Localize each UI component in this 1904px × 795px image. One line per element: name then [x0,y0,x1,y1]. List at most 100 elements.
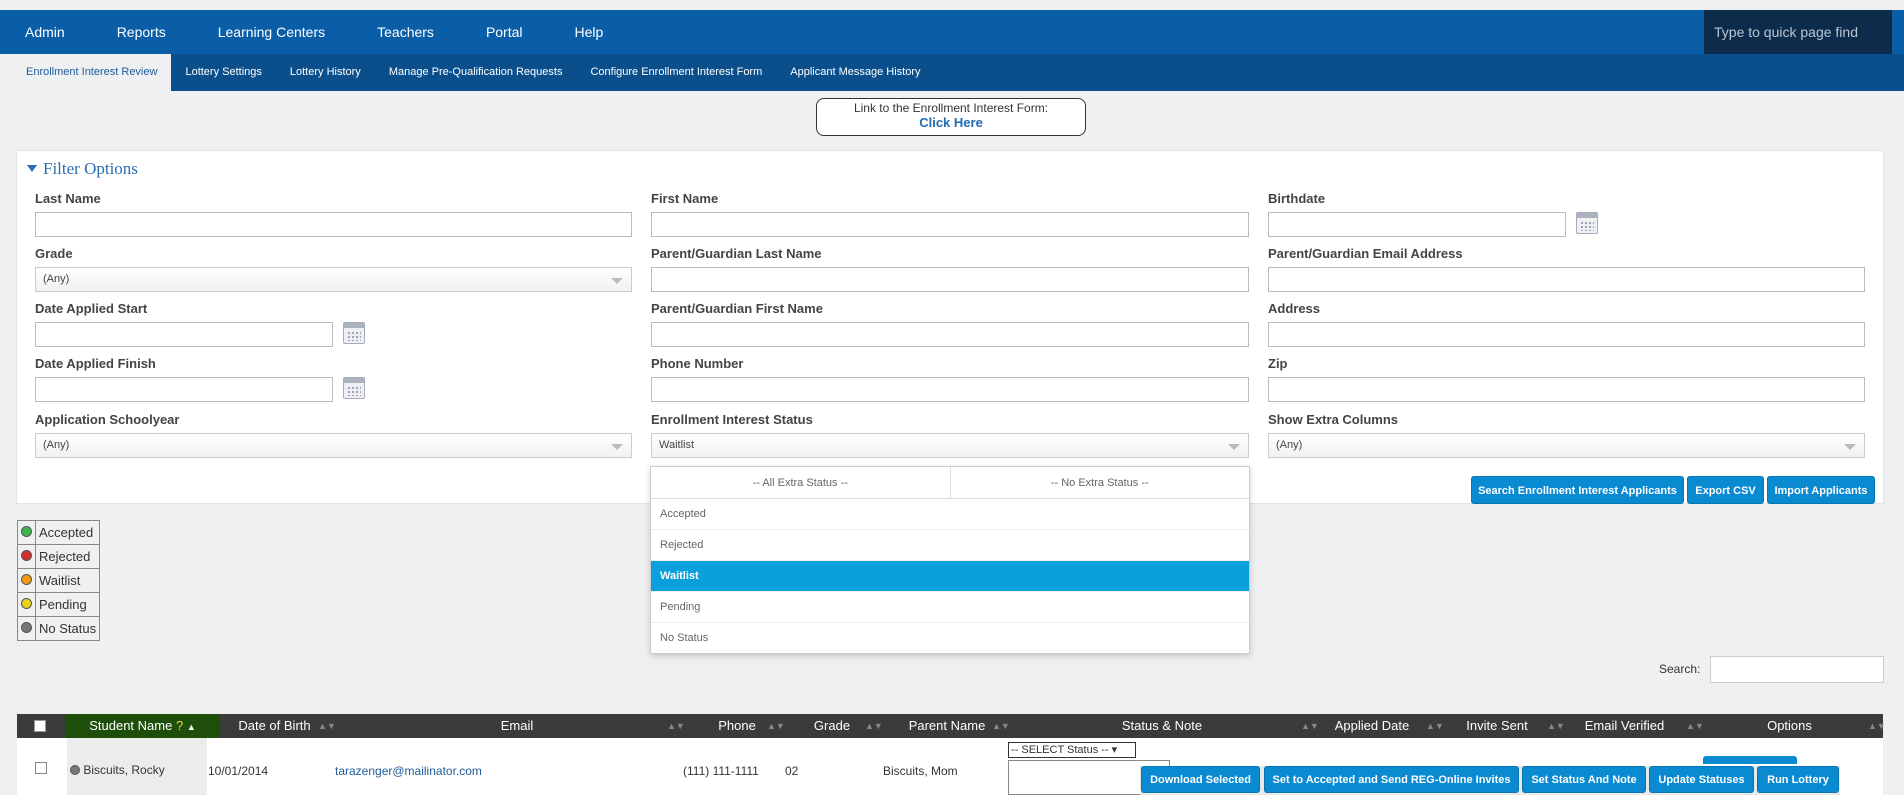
set-status-note-button[interactable]: Set Status And Note [1522,766,1646,793]
label-last-name: Last Name [35,191,101,206]
link-box-caption: Link to the Enrollment Interest Form: [853,101,1049,115]
quick-find-edge [1892,10,1904,54]
status-select[interactable]: Waitlist [651,433,1249,458]
address-input[interactable] [1268,322,1865,347]
help-icon[interactable]: ? [176,718,183,733]
dropdown-header: -- All Extra Status -- -- No Extra Statu… [651,467,1249,499]
label-pg-first: Parent/Guardian First Name [651,301,823,316]
search-applicants-button[interactable]: Search Enrollment Interest Applicants [1471,476,1684,504]
calendar-icon[interactable] [343,377,365,399]
th-applied-date[interactable]: Applied Date [1317,714,1427,738]
first-name-input[interactable] [651,212,1249,237]
sort-icon: ▲▼ [1686,721,1704,731]
export-csv-button[interactable]: Export CSV [1687,476,1764,504]
legend-label: No Status [34,616,101,641]
sort-icon: ▲▼ [318,721,336,731]
label-date-finish: Date Applied Finish [35,356,156,371]
quick-find-input[interactable] [1704,10,1892,54]
calendar-icon[interactable] [343,322,365,344]
legend-label: Waitlist [34,568,101,593]
nav-admin[interactable]: Admin [0,10,91,54]
th-options[interactable]: Options [1717,714,1862,738]
no-extra-status-option[interactable]: -- No Extra Status -- [951,467,1250,498]
status-option-waitlist[interactable]: Waitlist [651,561,1249,592]
phone-input[interactable] [651,377,1249,402]
grade-select[interactable]: (Any) [35,267,632,292]
sub-nav-bar: Enrollment Interest Review Lottery Setti… [0,54,1904,91]
tab-configure-form[interactable]: Configure Enrollment Interest Form [576,54,776,91]
pg-first-name-input[interactable] [651,322,1249,347]
tab-lottery-settings[interactable]: Lottery Settings [171,54,275,91]
nav-help[interactable]: Help [549,10,630,54]
nav-learning-centers[interactable]: Learning Centers [192,10,351,54]
tab-applicant-message-history[interactable]: Applicant Message History [776,54,934,91]
email-link[interactable]: tarazenger@mailinator.com [335,764,482,778]
tab-manage-prequalification[interactable]: Manage Pre-Qualification Requests [375,54,577,91]
date-finish-input[interactable] [35,377,333,402]
calendar-icon[interactable] [1576,212,1598,234]
all-extra-status-option[interactable]: -- All Extra Status -- [651,467,951,498]
legend-row: Accepted [17,520,101,545]
th-grade[interactable]: Grade [787,714,877,738]
update-statuses-button[interactable]: Update Statuses [1649,766,1754,793]
date-start-input[interactable] [35,322,333,347]
run-lottery-button[interactable]: Run Lottery [1757,766,1839,793]
waitlist-status-icon [21,574,32,585]
caret-down-icon [27,165,37,172]
schoolyear-select[interactable]: (Any) [35,433,632,458]
label-address: Address [1268,301,1321,316]
status-option-rejected[interactable]: Rejected [651,530,1249,561]
options-button[interactable] [1703,756,1797,764]
status-option-accepted[interactable]: Accepted [651,499,1249,530]
chevron-down-icon [611,444,623,450]
click-here-link[interactable]: Click Here [817,115,1085,130]
select-all-checkbox[interactable] [34,720,46,732]
legend-row: No Status [17,616,101,641]
import-applicants-button[interactable]: Import Applicants [1767,476,1875,504]
pg-email-input[interactable] [1268,267,1865,292]
sort-icon: ▲▼ [667,721,685,731]
th-parent-name[interactable]: Parent Name [887,714,1007,738]
status-option-no-status[interactable]: No Status [651,623,1249,654]
label-schoolyear: Application Schoolyear [35,412,180,427]
status-select-dropdown[interactable]: -- SELECT Status -- ▾ [1008,742,1136,758]
status-option-pending[interactable]: Pending [651,592,1249,623]
row-checkbox[interactable] [35,762,47,774]
birthdate-input[interactable] [1268,212,1566,237]
th-student-name[interactable]: Student Name ? ▲ [65,714,220,738]
label-zip: Zip [1268,356,1288,371]
th-email[interactable]: Email [342,714,692,738]
legend-label: Accepted [34,520,101,545]
extra-columns-value: (Any) [1276,439,1303,451]
table-search-input[interactable] [1710,656,1884,683]
parent-cell: Biscuits, Mom [883,764,958,778]
student-name[interactable]: Biscuits, Rocky [83,763,164,777]
status-legend: Accepted Rejected Waitlist Pending No St… [17,520,101,641]
enrollment-form-link-box: Link to the Enrollment Interest Form: Cl… [816,98,1086,136]
chevron-down-icon [611,278,623,284]
tab-lottery-history[interactable]: Lottery History [276,54,375,91]
last-name-input[interactable] [35,212,632,237]
nav-reports[interactable]: Reports [91,10,192,54]
status-dropdown: -- All Extra Status -- -- No Extra Statu… [650,466,1250,654]
top-nav: Admin Reports Learning Centers Teachers … [0,10,629,54]
nav-portal[interactable]: Portal [460,10,549,54]
legend-dot-cell [17,616,36,641]
th-date-of-birth[interactable]: Date of Birth [227,714,322,738]
nav-teachers[interactable]: Teachers [351,10,460,54]
filter-title: Filter Options [43,159,138,178]
label-grade: Grade [35,246,73,261]
pg-last-name-input[interactable] [651,267,1249,292]
accept-send-invites-button[interactable]: Set to Accepted and Send REG-Online Invi… [1264,766,1519,793]
tab-enrollment-interest-review[interactable]: Enrollment Interest Review [0,54,172,91]
extra-columns-select[interactable]: (Any) [1268,433,1865,458]
th-email-verified[interactable]: Email Verified [1562,714,1687,738]
download-selected-button[interactable]: Download Selected [1141,766,1260,793]
th-status-note[interactable]: Status & Note [1017,714,1307,738]
legend-row: Waitlist [17,568,101,593]
th-invite-sent[interactable]: Invite Sent [1442,714,1552,738]
sort-icon: ▲▼ [992,721,1010,731]
legend-dot-cell [17,568,36,593]
filter-options-toggle[interactable]: Filter Options [27,159,138,179]
zip-input[interactable] [1268,377,1865,402]
